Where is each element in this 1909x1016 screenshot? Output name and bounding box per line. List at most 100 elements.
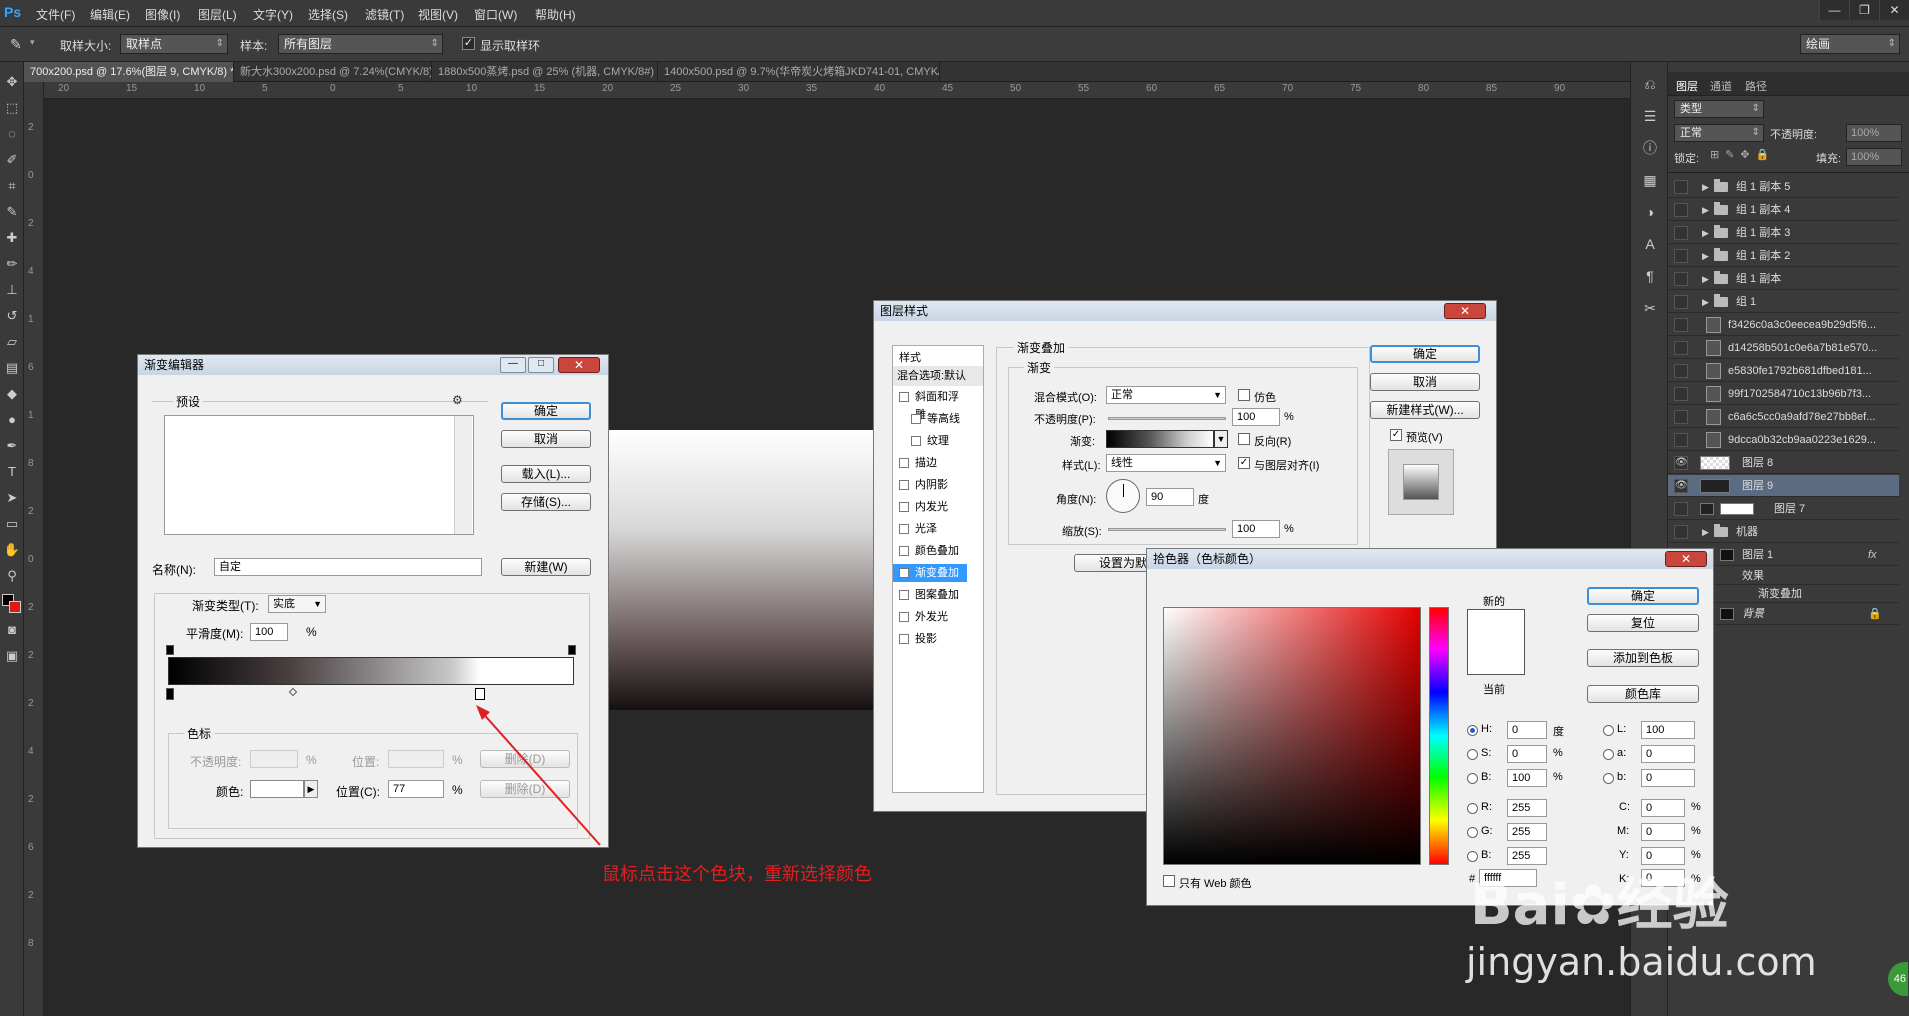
chevron-down-icon[interactable]: ▾ [30,37,35,48]
style-item[interactable]: 颜色叠加 [893,542,967,560]
style-item[interactable]: 描边 [893,454,967,472]
layer-row[interactable]: ▶ 组 1 副本 3 [1668,222,1899,244]
lab-b-radio[interactable] [1603,773,1614,784]
expand-arrow-icon[interactable]: ▶ [1702,199,1709,221]
close-button[interactable]: ✕ [1879,0,1909,20]
layer-row[interactable]: 图层 7 [1668,498,1899,520]
tab-doc-2[interactable]: 新大水300x200.psd @ 7.24%(CMYK/8) [234,62,432,82]
zoom-tool-icon[interactable]: ⚲ [2,566,22,586]
shape-tool-icon[interactable]: ▭ [2,514,22,534]
style-checkbox[interactable] [899,480,909,490]
web-only-checkbox[interactable] [1163,875,1175,887]
menu-edit[interactable]: 编辑(E) [90,6,130,23]
layer-row[interactable]: 9dcca0b32cb9aa0223e1629... [1668,429,1899,451]
name-input[interactable]: 自定 [214,558,482,576]
swatches-icon[interactable]: ▦ [1640,170,1660,190]
opacity-slider[interactable] [1108,417,1226,420]
layer-row[interactable]: ▶ 机器 [1668,521,1899,543]
opacity-stop-right[interactable] [568,645,576,655]
minimize-button[interactable]: — [500,357,526,373]
hand-tool-icon[interactable]: ✋ [2,540,22,560]
angle-input[interactable]: 90 [1146,488,1194,506]
eye-icon[interactable]: 👁 [1674,456,1688,470]
eraser-tool-icon[interactable]: ▱ [2,332,22,352]
color-location-input[interactable]: 77 [388,780,444,798]
style-item[interactable]: ✓ 渐变叠加 [893,564,967,582]
layer-row[interactable]: 👁 图层 8 [1668,452,1899,474]
g-input[interactable]: 255 [1507,823,1547,841]
pen-tool-icon[interactable]: ✒ [2,436,22,456]
layer-row[interactable]: c6a6c5cc0a9afd78e27bb8ef... [1668,406,1899,428]
visibility-toggle[interactable] [1674,272,1688,286]
blend-options-item[interactable]: 混合选项:默认 [893,366,983,386]
move-tool-icon[interactable]: ✥ [2,72,22,92]
stamp-tool-icon[interactable]: ⊥ [2,280,22,300]
adjustments-icon[interactable]: ◑ [1640,202,1660,222]
b-radio[interactable] [1467,773,1478,784]
history-brush-icon[interactable]: ↺ [2,306,22,326]
style-item[interactable]: 内阴影 [893,476,967,494]
history-icon[interactable]: ⎌ [1640,74,1660,94]
r-radio[interactable] [1467,803,1478,814]
quick-select-tool-icon[interactable]: ✐ [2,150,22,170]
add-to-swatches-button[interactable]: 添加到色板 [1587,649,1699,667]
m-input[interactable]: 0 [1641,823,1685,841]
style-checkbox[interactable] [899,458,909,468]
s-input[interactable]: 0 [1507,745,1547,763]
layer-row[interactable]: ▶ 组 1 副本 [1668,268,1899,290]
background-color-swatch[interactable] [9,601,21,613]
menu-type[interactable]: 文字(Y) [253,6,293,23]
expand-arrow-icon[interactable]: ▶ [1702,291,1709,313]
workspace-select[interactable]: 绘画 [1800,34,1900,54]
style-checkbox[interactable] [911,414,921,424]
ok-button[interactable]: 确定 [501,402,591,420]
blend-mode-select[interactable]: 正常 [1674,124,1764,142]
marquee-tool-icon[interactable]: ⬚ [2,98,22,118]
color-stop-left[interactable] [166,688,174,700]
tab-layers[interactable]: 图层 [1676,78,1698,94]
lock-icons[interactable]: ⊞✎✥🔒 [1710,148,1775,161]
gradient-preview-bar[interactable] [168,657,574,685]
layer-row[interactable]: ▶ 组 1 副本 4 [1668,199,1899,221]
opacity-input[interactable]: 100% [1846,124,1902,142]
dodge-tool-icon[interactable]: ● [2,410,22,430]
eyedropper-icon[interactable]: ✎ [10,36,22,53]
a-input[interactable]: 0 [1641,745,1695,763]
color-libraries-button[interactable]: 颜色库 [1587,685,1699,703]
style-item[interactable]: 图案叠加 [893,586,967,604]
screen-mode-icon[interactable]: ▣ [2,646,22,666]
style-checkbox[interactable] [899,590,909,600]
blur-tool-icon[interactable]: ◆ [2,384,22,404]
style-checkbox[interactable] [899,502,909,512]
menu-file[interactable]: 文件(F) [36,6,75,23]
visibility-toggle[interactable] [1674,525,1688,539]
presets-grid[interactable] [164,415,474,535]
menu-layer[interactable]: 图层(L) [198,6,237,23]
style-item[interactable]: 纹理 [893,432,967,450]
scale-slider[interactable] [1108,528,1226,531]
color-field[interactable] [1163,607,1421,865]
visibility-toggle[interactable] [1674,180,1688,194]
a-radio[interactable] [1603,749,1614,760]
style-checkbox[interactable] [899,524,909,534]
smoothness-input[interactable]: 100 [250,623,288,641]
chevron-down-icon[interactable]: ▼ [1214,430,1228,448]
blend-mode-select[interactable]: 正常 ▼ [1106,386,1226,404]
visibility-toggle[interactable] [1674,318,1688,332]
visibility-toggle[interactable] [1674,341,1688,355]
fill-input[interactable]: 100% [1846,148,1902,166]
close-button[interactable]: ✕ [1665,551,1707,567]
style-checkbox[interactable] [899,634,909,644]
align-checkbox[interactable]: ✓ [1238,457,1250,469]
style-item[interactable]: 光泽 [893,520,967,538]
quick-mask-icon[interactable]: ◙ [2,620,22,640]
layer-row[interactable]: f3426c0a3c0eecea9b29d5f6... [1668,314,1899,336]
b-input[interactable]: 100 [1507,769,1547,787]
layer-row[interactable]: d14258b501c0e6a7b81e570... [1668,337,1899,359]
style-item[interactable]: 内发光 [893,498,967,516]
layer-row[interactable]: ▶ 组 1 副本 5 [1668,176,1899,198]
eye-icon[interactable]: 👁 [1674,479,1688,493]
layer-filter-select[interactable]: 类型 [1674,100,1764,118]
path-select-icon[interactable]: ➤ [2,488,22,508]
brush-tool-icon[interactable]: ✏ [2,254,22,274]
